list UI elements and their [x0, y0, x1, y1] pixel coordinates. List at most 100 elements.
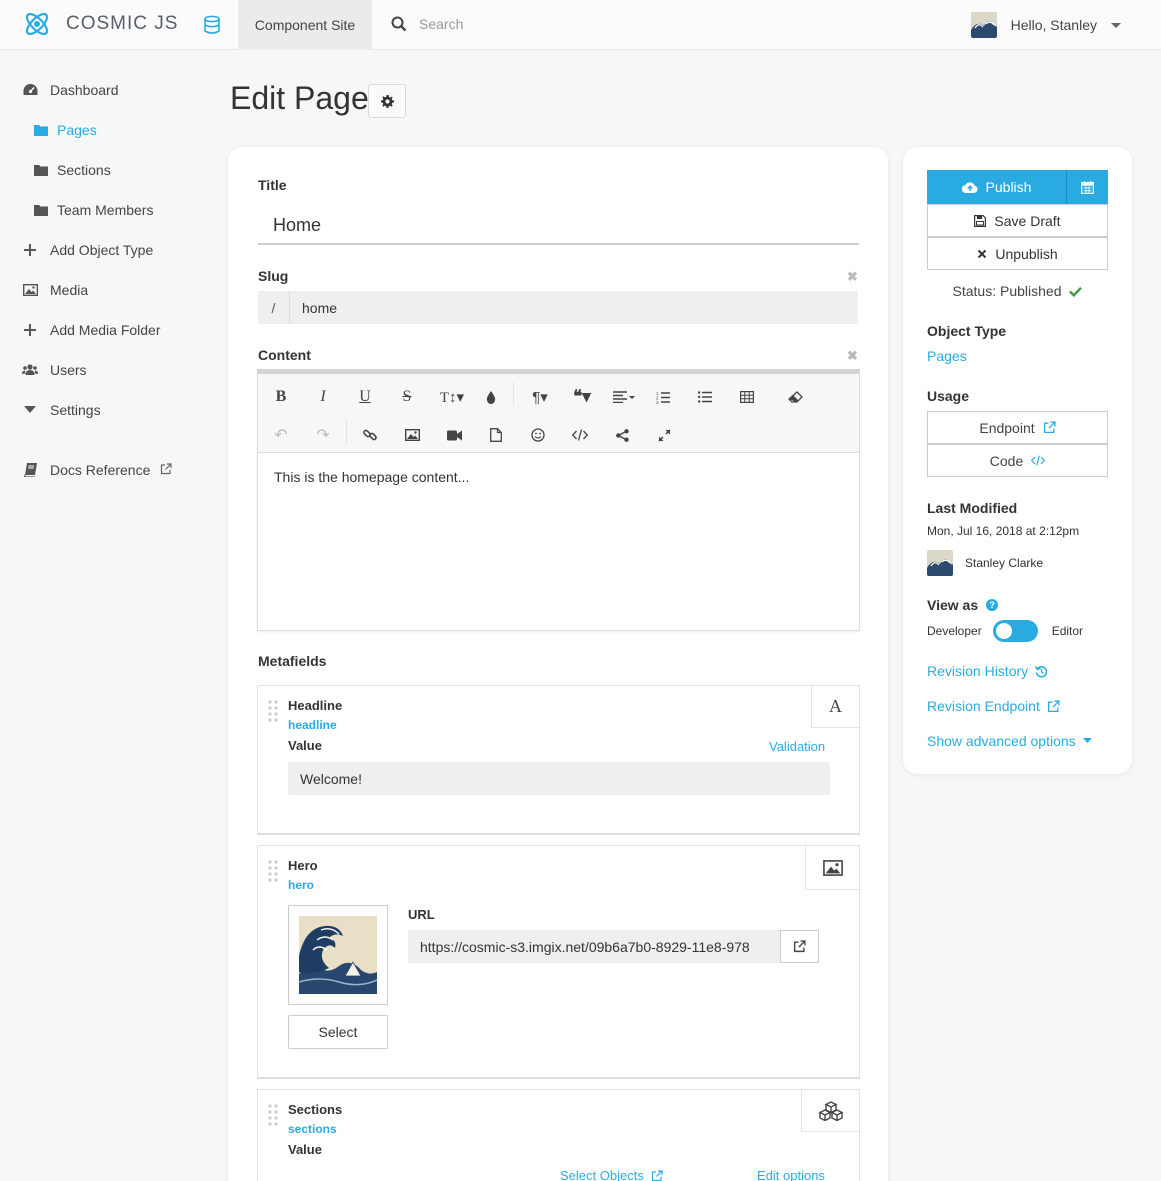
object-type-link[interactable]: Pages — [927, 348, 967, 364]
toolbar-divider — [346, 420, 347, 444]
logo[interactable]: COSMIC JS — [22, 10, 178, 38]
strikethrough-icon[interactable]: S — [394, 384, 420, 410]
sidebar-item-label: Team Members — [57, 202, 154, 218]
url-input[interactable]: https://cosmic-s3.imgix.net/09b6a7b0-892… — [408, 930, 780, 963]
undo-icon[interactable]: ↶ — [268, 422, 294, 448]
share-icon[interactable] — [609, 422, 635, 448]
drag-handle-icon[interactable] — [268, 860, 278, 885]
check-icon — [1069, 286, 1083, 297]
open-url-button[interactable] — [780, 930, 819, 963]
chevron-down-icon — [1111, 22, 1121, 28]
color-icon[interactable] — [478, 384, 504, 410]
sidebar-item-label: Users — [50, 362, 87, 378]
paragraph-icon[interactable]: ¶▾ — [524, 384, 556, 410]
table-icon[interactable] — [734, 384, 760, 410]
bucket-tab[interactable]: Component Site — [238, 0, 372, 50]
page-settings-button[interactable] — [368, 84, 406, 118]
close-icon — [977, 249, 987, 259]
editor-toolbar: B I U S T↕▾ ¶▾ ❝▾ 123 ↶ ↷ — [258, 374, 859, 453]
file-icon[interactable] — [483, 422, 509, 448]
edit-options-link[interactable]: Edit options — [757, 1168, 825, 1181]
sidebar-item-pages[interactable]: Pages — [0, 110, 220, 150]
code-icon[interactable] — [567, 422, 593, 448]
gear-icon — [380, 94, 394, 108]
last-modified-label: Last Modified — [927, 500, 1018, 516]
sidebar: Dashboard Pages Sections Team Members Ad… — [0, 70, 220, 490]
history-icon — [1035, 665, 1048, 678]
bullet-list-icon[interactable] — [692, 384, 718, 410]
drag-handle-icon[interactable] — [268, 700, 278, 725]
schedule-button[interactable] — [1067, 170, 1108, 204]
view-as-toggle[interactable] — [992, 620, 1038, 642]
image-icon[interactable] — [399, 422, 425, 448]
slug-field[interactable]: / home — [258, 291, 858, 324]
code-button[interactable]: Code — [927, 444, 1108, 477]
select-objects-link[interactable]: Select Objects — [560, 1168, 663, 1181]
developer-label: Developer — [927, 624, 982, 638]
search[interactable]: Search — [391, 16, 463, 32]
validation-link[interactable]: Validation — [769, 739, 825, 754]
underline-icon[interactable]: U — [352, 384, 378, 410]
toolbar-divider — [513, 382, 514, 406]
font-size-icon[interactable]: T↕▾ — [436, 384, 468, 410]
redo-icon[interactable]: ↷ — [310, 422, 336, 448]
sidebar-item-docs-reference[interactable]: Docs Reference — [0, 450, 220, 490]
editor-content[interactable]: This is the homepage content... — [258, 453, 859, 501]
title-input[interactable]: Home — [258, 207, 859, 245]
save-icon — [974, 214, 987, 227]
value-label: Value — [288, 738, 322, 753]
italic-icon[interactable]: I — [310, 384, 336, 410]
emoji-icon[interactable] — [525, 422, 551, 448]
quote-icon[interactable]: ❝▾ — [566, 384, 598, 410]
slug-label: Slug — [258, 268, 289, 284]
align-icon[interactable] — [608, 384, 640, 410]
unpublish-button[interactable]: Unpublish — [927, 237, 1108, 270]
sidebar-item-sections[interactable]: Sections — [0, 150, 220, 190]
bucket-icon[interactable] — [203, 15, 221, 38]
unpublish-label: Unpublish — [995, 245, 1058, 262]
slug-input[interactable]: home — [290, 300, 337, 316]
sidebar-item-add-object-type[interactable]: Add Object Type — [0, 230, 220, 270]
select-image-button[interactable]: Select — [288, 1015, 388, 1049]
sidebar-item-settings[interactable]: Settings — [0, 390, 220, 430]
sidebar-item-users[interactable]: Users — [0, 350, 220, 390]
eraser-icon[interactable] — [782, 384, 808, 410]
advanced-options-link[interactable]: Show advanced options — [927, 733, 1092, 749]
ordered-list-icon[interactable]: 123 — [650, 384, 676, 410]
usage-label: Usage — [927, 388, 970, 404]
hero-image-thumbnail[interactable] — [288, 905, 388, 1005]
clear-content-icon[interactable]: ✖ — [847, 348, 858, 364]
publish-label: Publish — [985, 179, 1032, 195]
endpoint-button[interactable]: Endpoint — [927, 411, 1108, 444]
clear-slug-icon[interactable]: ✖ — [847, 269, 858, 285]
sidebar-item-team-members[interactable]: Team Members — [0, 190, 220, 230]
drag-handle-icon[interactable] — [268, 1104, 278, 1129]
avatar — [927, 550, 953, 576]
revision-history-link[interactable]: Revision History — [927, 663, 1048, 679]
top-bar: COSMIC JS Component Site Search Hello, S… — [0, 0, 1161, 50]
sidebar-item-media[interactable]: Media — [0, 270, 220, 310]
folder-icon — [33, 202, 49, 218]
help-icon[interactable]: ? — [986, 599, 999, 611]
bold-icon[interactable]: B — [268, 384, 294, 410]
link-icon[interactable] — [357, 422, 383, 448]
user-menu[interactable]: Hello, Stanley — [970, 12, 1121, 38]
revision-endpoint-link[interactable]: Revision Endpoint — [927, 698, 1060, 714]
avatar — [970, 12, 997, 38]
sidebar-item-dashboard[interactable]: Dashboard — [0, 70, 220, 110]
caret-down-icon — [1082, 738, 1092, 743]
cosmic-logo-icon — [25, 12, 49, 36]
folder-icon — [33, 122, 49, 138]
image-icon — [22, 282, 38, 298]
save-draft-button[interactable]: Save Draft — [927, 204, 1108, 237]
sidebar-item-add-media-folder[interactable]: Add Media Folder — [0, 310, 220, 350]
svg-text:3: 3 — [656, 400, 659, 404]
title-label: Title — [258, 177, 287, 193]
video-icon[interactable] — [441, 422, 467, 448]
editor-label: Editor — [1051, 624, 1084, 638]
headline-input[interactable]: Welcome! — [288, 762, 830, 795]
metafield-key: headline — [288, 718, 337, 732]
fullscreen-icon[interactable] — [651, 422, 677, 448]
search-input[interactable]: Search — [419, 16, 463, 32]
publish-button[interactable]: Publish — [927, 170, 1067, 204]
